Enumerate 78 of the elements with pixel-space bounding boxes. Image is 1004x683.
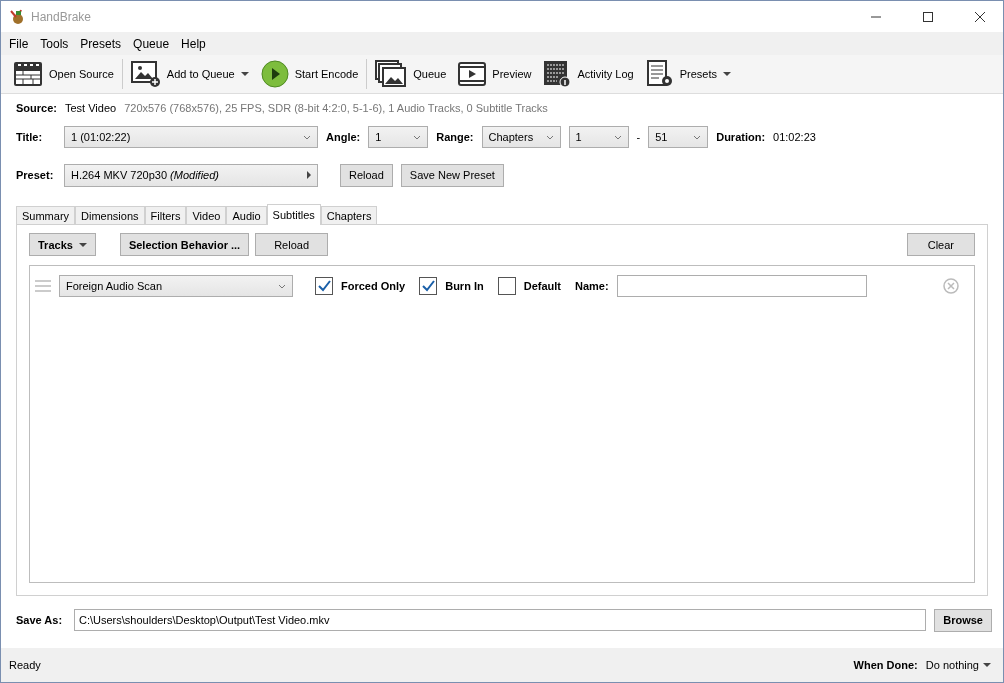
chevron-icon	[413, 134, 422, 140]
log-icon	[543, 60, 572, 88]
caret-icon	[983, 663, 991, 667]
toolbar-button[interactable]: Add to Queue	[124, 57, 255, 91]
range-dropdown[interactable]: Chapters	[481, 126, 561, 148]
play-icon	[260, 60, 289, 88]
tab[interactable]: Dimensions	[75, 206, 145, 224]
toolbar-button[interactable]: Preview	[452, 57, 538, 91]
tab[interactable]: Audio	[226, 206, 267, 224]
image-plus-icon	[130, 60, 161, 88]
menu-item[interactable]: Queue	[127, 36, 176, 51]
close-icon[interactable]	[975, 11, 985, 22]
angle-dropdown[interactable]: 1	[368, 126, 429, 148]
range-label: Range:	[436, 131, 474, 143]
maximize-icon[interactable]	[923, 11, 933, 22]
checkbox[interactable]	[497, 277, 516, 295]
menu-item[interactable]: Tools	[34, 36, 75, 51]
images-icon	[375, 60, 408, 88]
tab[interactable]: Summary	[16, 206, 76, 224]
menu-item[interactable]: Presets	[74, 36, 128, 51]
document-gear-icon	[645, 60, 674, 88]
preset-selector[interactable]: H.264 MKV 720p30 (Modified)	[64, 163, 318, 187]
clapperboard-icon	[13, 61, 43, 87]
clear-button[interactable]: Clear	[906, 233, 975, 256]
tab[interactable]: Video	[186, 206, 227, 224]
toolbar-button[interactable]: Queue	[369, 57, 453, 91]
source-label: Source:	[16, 102, 57, 114]
tracks-button[interactable]: Tracks	[29, 233, 96, 256]
status-text: Ready	[9, 659, 41, 671]
toolbar-button[interactable]: Start Encode	[254, 57, 365, 91]
selection-behavior-button[interactable]: Selection Behavior ...	[119, 233, 250, 256]
chevron-icon	[278, 283, 286, 289]
checkbox[interactable]	[419, 277, 438, 295]
menu-item[interactable]: File	[3, 36, 35, 51]
tab[interactable]: Chapters	[320, 206, 378, 224]
checkbox-label: Burn In	[445, 280, 484, 292]
tab[interactable]: Filters	[144, 206, 187, 224]
window-title: HandBrake	[31, 9, 93, 24]
caret-icon	[78, 242, 87, 247]
browse-button[interactable]: Browse	[934, 608, 992, 632]
save-as-label: Save As:	[16, 614, 64, 626]
reload-button[interactable]: Reload	[255, 233, 328, 256]
preset-label: Preset:	[16, 169, 55, 181]
checkbox-label: Default	[523, 280, 561, 292]
checkbox[interactable]	[315, 277, 333, 295]
save-as-field[interactable]: C:\Users\shoulders\Desktop\Output\Test Video.mkv	[74, 609, 927, 631]
toolbar-button[interactable]: Activity Log	[537, 57, 640, 91]
toolbar-button[interactable]: Open Source	[7, 57, 120, 91]
title-dropdown[interactable]: 1 (01:02:22)	[64, 126, 318, 148]
title-label: Title:	[16, 131, 44, 143]
range-start-dropdown[interactable]: 1	[568, 126, 629, 148]
tab[interactable]: Subtitles	[266, 204, 321, 225]
toolbar-button[interactable]: Presets	[639, 57, 737, 91]
app-logo-icon	[9, 8, 25, 25]
chevron-icon	[303, 134, 311, 140]
chevron-icon	[613, 134, 622, 140]
duration-label: Duration:	[716, 131, 766, 143]
chevron-icon	[693, 134, 702, 140]
chevron-icon	[545, 134, 554, 140]
track-dropdown[interactable]: Foreign Audio Scan	[59, 275, 293, 297]
menu-item[interactable]: Help	[175, 36, 212, 51]
preset-button[interactable]: Reload	[340, 163, 393, 187]
minimize-icon[interactable]	[871, 15, 881, 18]
range-end-dropdown[interactable]: 51	[648, 126, 709, 148]
preset-button[interactable]: Save New Preset	[400, 163, 504, 187]
triangle-right-icon	[307, 171, 311, 179]
name-field[interactable]	[616, 275, 867, 297]
range-dash: -	[636, 131, 641, 143]
duration-value: 01:02:23	[773, 131, 816, 143]
name-label: Name:	[574, 280, 609, 292]
when-done-dropdown[interactable]: Do nothing	[925, 659, 991, 671]
when-done-label: When Done:	[853, 659, 918, 671]
angle-label: Angle:	[326, 131, 361, 143]
source-name: Test Video	[64, 102, 117, 114]
source-info: 720x576 (768x576), 25 FPS, SDR (8-bit 4:2:0, 5-1-6), 1 Audio Tracks, 0 Subtitle Tracks	[124, 102, 548, 114]
film-icon	[458, 62, 487, 86]
checkbox-label: Forced Only	[341, 280, 406, 292]
drag-handle-icon[interactable]	[35, 280, 51, 292]
